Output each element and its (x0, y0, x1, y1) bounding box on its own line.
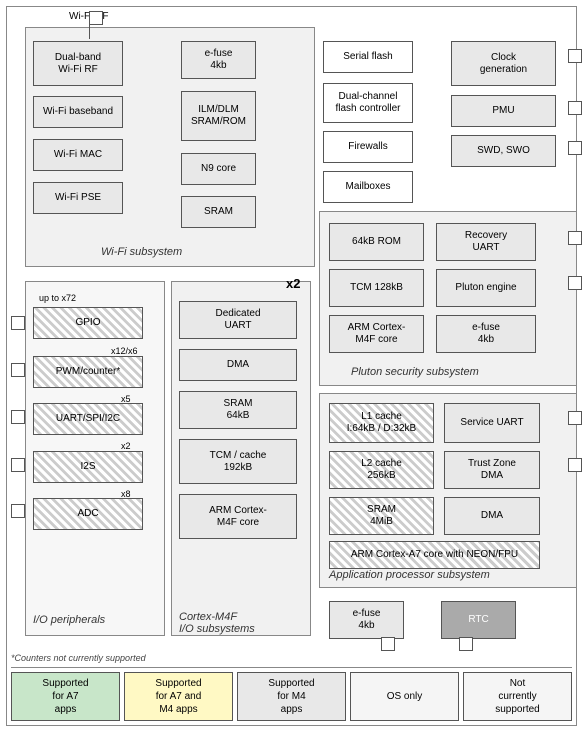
io-subsystem-label: I/O peripherals (33, 614, 105, 626)
diagram-inner: Wi-Fi RF Wi-Fi subsystem Dual-bandWi-Fi … (11, 11, 582, 651)
connector-left-3 (11, 410, 25, 424)
dedicated-uart-block: DedicatedUART (179, 301, 297, 339)
dual-band-wifi-block: Dual-bandWi-Fi RF (33, 41, 123, 86)
legend-not-item: Notcurrentlysupported (463, 672, 572, 721)
connector-right-3 (568, 141, 582, 155)
x2-io-label: x2 (121, 441, 131, 451)
note-text: *Counters not currently supported (11, 653, 572, 663)
dma-cortex-block: DMA (179, 349, 297, 381)
diagram-area: Wi-Fi RF Wi-Fi subsystem Dual-bandWi-Fi … (6, 6, 577, 726)
l1-cache-block: L1 cacheI:64kB / D:32kB (329, 403, 434, 443)
arm-a7-block: ARM Cortex-A7 core with NEON/FPU (329, 541, 540, 569)
main-container: Wi-Fi RF Wi-Fi subsystem Dual-bandWi-Fi … (0, 0, 583, 732)
tcm-128-block: TCM 128kB (329, 269, 424, 307)
firewalls-block: Firewalls (323, 131, 413, 163)
connector-left-1 (11, 316, 25, 330)
connector-right-4 (568, 231, 582, 245)
l2-cache-block: L2 cache256kB (329, 451, 434, 489)
wifi-pse-block: Wi-Fi PSE (33, 182, 123, 214)
clock-gen-block: Clockgeneration (451, 41, 556, 86)
app-subsystem-label: Application processor subsystem (329, 569, 490, 581)
dual-channel-block: Dual-channelflash controller (323, 83, 413, 123)
gpio-block: GPIO (33, 307, 143, 339)
efuse-pluton-block: e-fuse4kb (436, 315, 536, 353)
efuse-top-block: e-fuse4kb (181, 41, 256, 79)
legend-a7m4-item: Supportedfor A7 andM4 apps (124, 672, 233, 721)
legend-a7-item: Supportedfor A7apps (11, 672, 120, 721)
connector-right-6 (568, 411, 582, 425)
arm-m4f-io-block: ARM Cortex-M4F core (179, 494, 297, 539)
swd-swo-block: SWD, SWO (451, 135, 556, 167)
arm-m4f-pluton-block: ARM Cortex-M4F core (329, 315, 424, 353)
connector-right-7 (568, 458, 582, 472)
cortex-m4f-label: Cortex-M4FI/O subsystems (179, 611, 255, 635)
sram-64-block: SRAM64kB (179, 391, 297, 429)
connector-right-1 (568, 49, 582, 63)
legend-os-item: OS only (350, 672, 459, 721)
connector-right-5 (568, 276, 582, 290)
pwm-counter-block: PWM/counter* (33, 356, 143, 388)
sram-4mib-block: SRAM4MiB (329, 497, 434, 535)
connector-top-1 (89, 11, 103, 25)
dma-app-block: DMA (444, 497, 540, 535)
legend: Supportedfor A7apps Supportedfor A7 andM… (11, 667, 572, 721)
connector-left-4 (11, 458, 25, 472)
connector-bottom-1 (381, 637, 395, 651)
serial-flash-block: Serial flash (323, 41, 413, 73)
mailboxes-block: Mailboxes (323, 171, 413, 203)
legend-m4-item: Supportedfor M4apps (237, 672, 346, 721)
trustzone-dma-block: Trust ZoneDMA (444, 451, 540, 489)
n9-core-block: N9 core (181, 153, 256, 185)
pluton-engine-block: Pluton engine (436, 269, 536, 307)
x2-main-label: x2 (286, 276, 300, 291)
pluton-subsystem-label: Pluton security subsystem (351, 366, 479, 378)
rom-64-block: 64kB ROM (329, 223, 424, 261)
pmu-block: PMU (451, 95, 556, 127)
sram-wifi-block: SRAM (181, 196, 256, 228)
tcm-cache-block: TCM / cache192kB (179, 439, 297, 484)
wifi-baseband-block: Wi-Fi baseband (33, 96, 123, 128)
uart-spi-i2c-block: UART/SPI/I2C (33, 403, 143, 435)
rtc-block: RTC (441, 601, 516, 639)
wifi-mac-block: Wi-Fi MAC (33, 139, 123, 171)
connector-left-5 (11, 504, 25, 518)
connector-bottom-2 (459, 637, 473, 651)
recovery-uart-block: RecoveryUART (436, 223, 536, 261)
connector-right-2 (568, 101, 582, 115)
wifi-subsystem-label: Wi-Fi subsystem (101, 246, 182, 258)
connector-left-2 (11, 363, 25, 377)
efuse-bottom-block: e-fuse4kb (329, 601, 404, 639)
up-to-x72-label: up to x72 (39, 293, 76, 303)
x12-x6-label: x12/x6 (111, 346, 138, 356)
ilm-dlm-block: ILM/DLMSRAM/ROM (181, 91, 256, 141)
adc-block: ADC (33, 498, 143, 530)
i2s-block: I2S (33, 451, 143, 483)
service-uart-block: Service UART (444, 403, 540, 443)
